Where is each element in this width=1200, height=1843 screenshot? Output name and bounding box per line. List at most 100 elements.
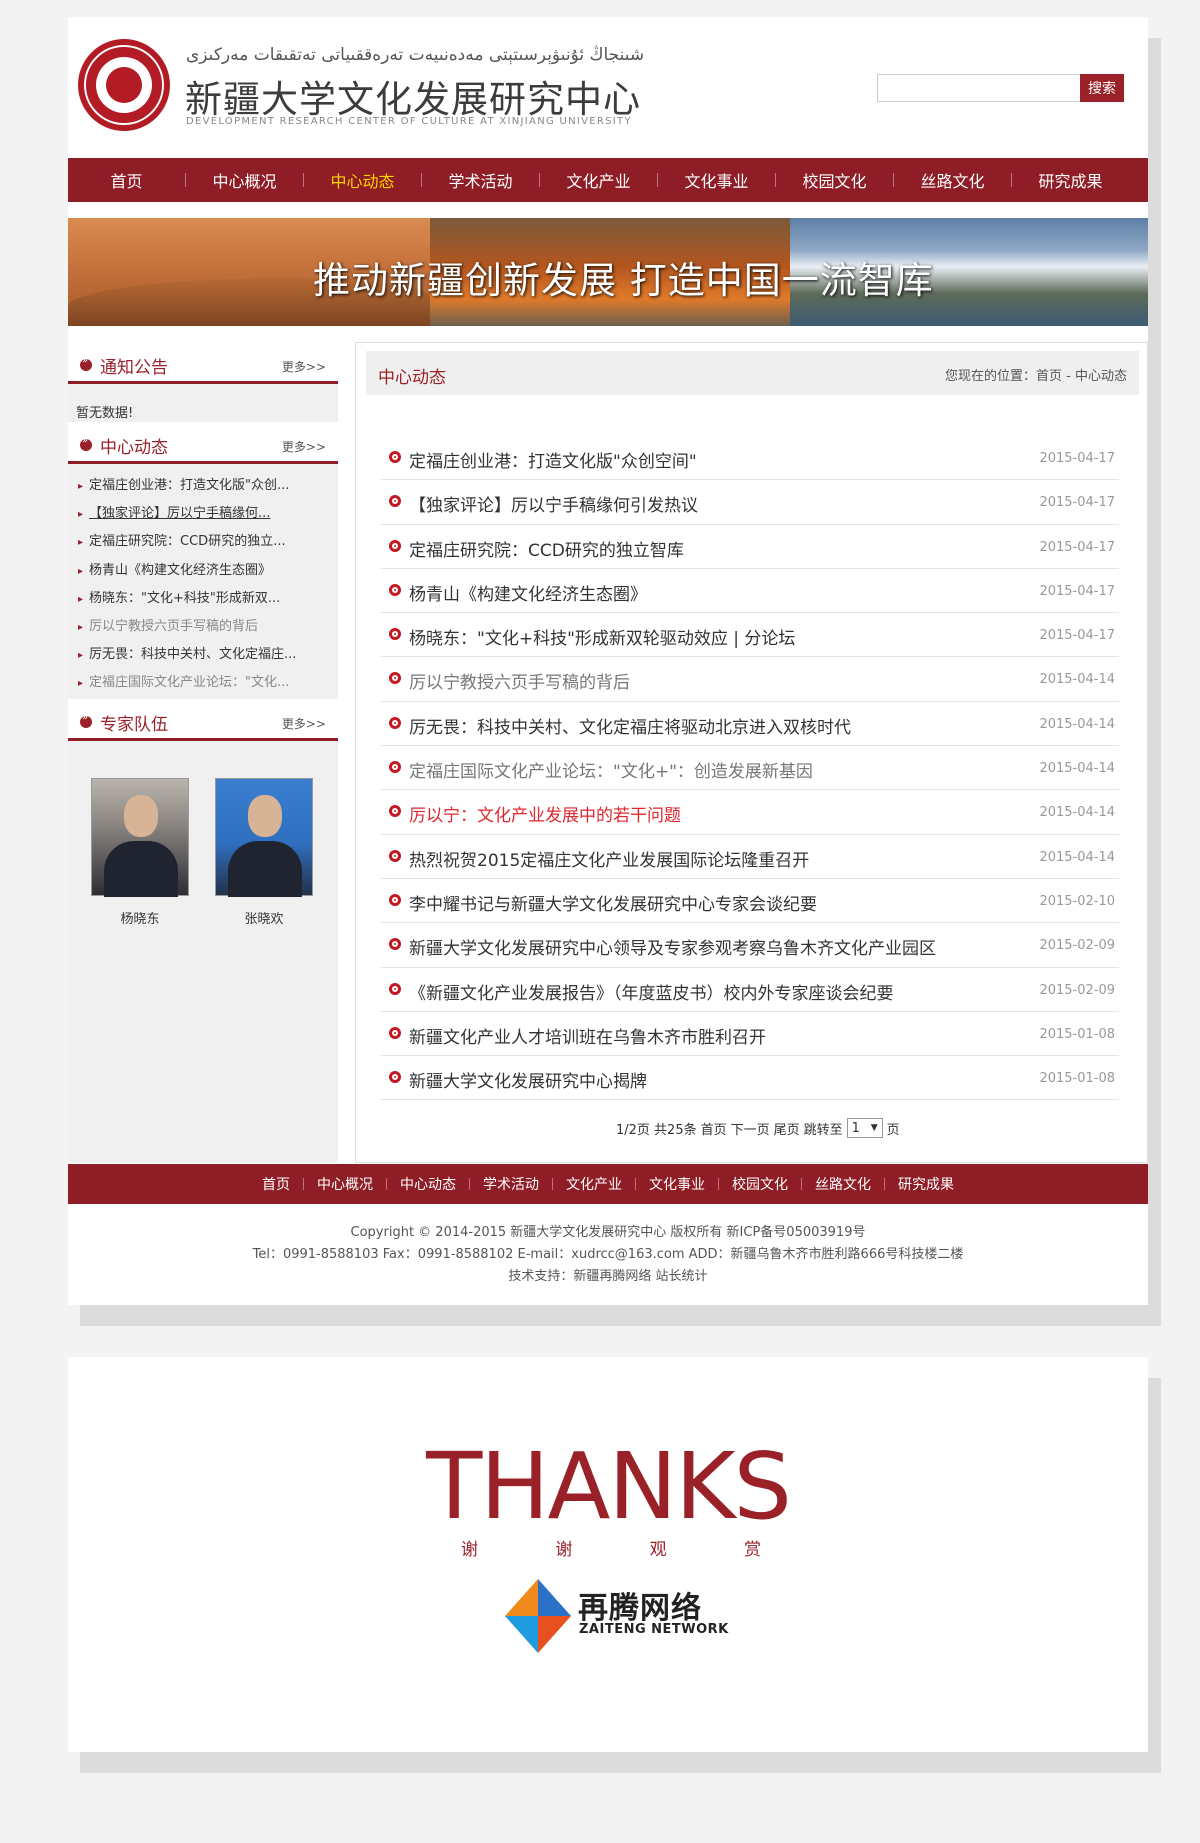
footer-nav-research[interactable]: 研究成果 (885, 1174, 967, 1194)
nav-item-news[interactable]: 中心动态 (304, 168, 421, 192)
news-title-link[interactable]: 杨青山《构建文化经济生态圈》 (409, 580, 647, 605)
news-date: 2015-04-17 (1039, 583, 1115, 599)
expert-name[interactable]: 张晓欢 (215, 908, 313, 927)
nav-item-silkroad[interactable]: 丝路文化 (894, 168, 1011, 192)
thanks-subtitle-char: 观 (649, 1540, 667, 1560)
news-row[interactable]: 定福庄国际文化产业论坛："文化+"：创造发展新基因 2015-04-14 (381, 746, 1119, 791)
news-date: 2015-02-09 (1039, 982, 1115, 998)
news-date: 2015-04-14 (1039, 716, 1115, 732)
triangle-right-icon: ▸ (78, 481, 84, 492)
news-row[interactable]: 定福庄创业港：打造文化版"众创空间" 2015-04-17 (381, 436, 1119, 481)
list-item[interactable]: ▸ 杨晓东："文化+科技"形成新双... (68, 585, 338, 613)
expert-card[interactable]: 张晓欢 (215, 778, 313, 927)
news-row[interactable]: 李中耀书记与新疆大学文化发展研究中心专家会谈纪要 2015-02-10 (381, 879, 1119, 924)
news-row[interactable]: 【独家评论】厉以宁手稿缘何引发热议 2015-04-17 (381, 480, 1119, 525)
thanks-card: THANKS 谢 谢 观 赏 再腾网络 ZAITENG NETWORK (68, 1357, 1148, 1752)
list-item[interactable]: ▸ 杨青山《构建文化经济生态圈》 (68, 557, 338, 585)
footer-support[interactable]: 技术支持：新疆再腾网络 站长统计 (68, 1265, 1148, 1284)
nav-item-home[interactable]: 首页 (68, 168, 185, 192)
news-row[interactable]: 定福庄研究院：CCD研究的独立智库 2015-04-17 (381, 525, 1119, 569)
thanks-subtitle-char: 谢 (461, 1540, 478, 1560)
nav-item-academic[interactable]: 学术活动 (422, 168, 539, 192)
list-item[interactable]: ▸ 定福庄国际文化产业论坛："文化... (68, 669, 338, 697)
expert-name[interactable]: 杨晓东 (91, 908, 189, 927)
triangle-right-icon: ▸ (78, 565, 84, 577)
news-list: 定福庄创业港：打造文化版"众创空间" 2015-04-17 【独家评论】厉以宁手稿缘… (381, 436, 1119, 1101)
experts-header: 专家队伍 更多>> (68, 699, 338, 741)
triangle-right-icon: ▸ (78, 650, 84, 662)
footer-nav-academic[interactable]: 学术活动 (470, 1174, 552, 1194)
footer-nav-news[interactable]: 中心动态 (387, 1174, 469, 1194)
nav-item-campus[interactable]: 校园文化 (776, 168, 893, 192)
news-title-link[interactable]: 新疆文化产业人才培训班在乌鲁木齐市胜利召开 (409, 1023, 766, 1048)
nav-item-about[interactable]: 中心概况 (186, 168, 303, 192)
news-row[interactable]: 新疆文化产业人才培训班在乌鲁木齐市胜利召开 2015-01-08 (381, 1012, 1119, 1057)
nav-item-industry[interactable]: 文化产业 (540, 168, 657, 192)
news-more-link[interactable]: 更多>> (282, 438, 326, 455)
next-page-link[interactable]: 下一页 (731, 1119, 770, 1138)
list-item[interactable]: ▸ 【独家评论】厉以宁手稿缘何... (68, 500, 338, 528)
experts-more-link[interactable]: 更多>> (282, 715, 326, 732)
search-input[interactable] (877, 74, 1081, 102)
site-title[interactable]: 新疆大学文化发展研究中心 (185, 69, 641, 123)
news-row[interactable]: 新疆大学文化发展研究中心揭牌 2015-01-08 (381, 1056, 1119, 1101)
news-title-link[interactable]: 杨晓东："文化+科技"形成新双轮驱动效应 | 分论坛 (409, 624, 795, 649)
news-row[interactable]: 厉以宁教授六页手写稿的背后 2015-04-14 (381, 657, 1119, 702)
news-row[interactable]: 厉以宁：文化产业发展中的若干问题 2015-04-14 (381, 790, 1119, 835)
list-item[interactable]: ▸ 定福庄创业港：打造文化版"众创... (68, 472, 338, 500)
news-title-link[interactable]: 厉以宁教授六页手写稿的背后 (409, 668, 630, 693)
page-title: 中心动态 (378, 368, 446, 388)
hero-banner: 推动新疆创新发展 打造中国一流智库 (68, 218, 1148, 326)
breadcrumb[interactable]: 您现在的位置：首页 - 中心动态 (945, 365, 1127, 384)
footer-copyright: Copyright © 2014-2015 新疆大学文化发展研究中心 版权所有 … (350, 1225, 866, 1240)
news-date: 2015-04-14 (1039, 805, 1115, 821)
bullet-icon (80, 712, 92, 728)
bullet-icon (389, 1071, 401, 1084)
list-item[interactable]: ▸ 厉无畏：科技中关村、文化定福庄... (68, 641, 338, 669)
news-title-link[interactable]: 厉无畏：科技中关村、文化定福庄将驱动北京进入双核时代 (409, 713, 851, 738)
footer-nav-home[interactable]: 首页 (249, 1174, 303, 1194)
search-button[interactable]: 搜索 (1080, 74, 1124, 102)
news-title-link[interactable]: 厉以宁：文化产业发展中的若干问题 (409, 801, 681, 826)
nav-item-undertaking[interactable]: 文化事业 (658, 168, 775, 192)
list-item[interactable]: ▸ 定福庄研究院：CCD研究的独立... (68, 528, 338, 556)
brand-name-en: ZAITENG NETWORK (579, 1622, 729, 1637)
bullet-icon (389, 672, 401, 685)
footer-nav-silkroad[interactable]: 丝路文化 (802, 1174, 884, 1194)
expert-photo[interactable] (215, 778, 313, 897)
nav-item-research[interactable]: 研究成果 (1012, 168, 1129, 192)
triangle-right-icon: ▸ (78, 678, 84, 690)
footer-nav-industry[interactable]: 文化产业 (553, 1174, 635, 1194)
first-page-link[interactable]: 首页 (701, 1119, 727, 1138)
notice-more-link[interactable]: 更多>> (282, 358, 326, 375)
xinjiang-university-seal-icon[interactable] (78, 39, 170, 131)
triangle-right-icon: ▸ (78, 593, 84, 605)
news-row[interactable]: 《新疆文化产业发展报告》（年度蓝皮书）校内外专家座谈会纪要 2015-02-09 (381, 968, 1119, 1012)
footer-nav-undertaking[interactable]: 文化事业 (636, 1174, 718, 1194)
expert-photo[interactable] (91, 778, 189, 897)
news-row[interactable]: 热烈祝贺2015定福庄文化产业发展国际论坛隆重召开 2015-04-14 (381, 835, 1119, 879)
expert-card[interactable]: 杨晓东 (91, 778, 189, 927)
news-title-link[interactable]: 定福庄国际文化产业论坛："文化+"：创造发展新基因 (409, 757, 813, 782)
thanks-subtitle: 谢 谢 观 赏 (461, 1535, 761, 1560)
news-row[interactable]: 杨青山《构建文化经济生态圈》 2015-04-17 (381, 569, 1119, 614)
news-title-link[interactable]: 李中耀书记与新疆大学文化发展研究中心专家会谈纪要 (409, 890, 817, 915)
news-title-link[interactable]: 新疆大学文化发展研究中心揭牌 (409, 1067, 647, 1092)
thanks-title: THANKS (426, 1433, 792, 1540)
news-title-link[interactable]: 新疆大学文化发展研究中心领导及专家参观考察乌鲁木齐文化产业园区 (409, 934, 936, 959)
content-header: 中心动态 您现在的位置：首页 - 中心动态 (366, 351, 1139, 395)
news-title-link[interactable]: 定福庄研究院：CCD研究的独立智库 (409, 536, 684, 561)
news-row[interactable]: 厉无畏：科技中关村、文化定福庄将驱动北京进入双核时代 2015-04-14 (381, 702, 1119, 747)
news-title-link[interactable]: 【独家评论】厉以宁手稿缘何引发热议 (409, 491, 698, 516)
footer-nav-about[interactable]: 中心概况 (304, 1174, 386, 1194)
footer-nav-campus[interactable]: 校园文化 (719, 1174, 801, 1194)
last-page-link[interactable]: 尾页 (774, 1119, 800, 1138)
news-title-link[interactable]: 热烈祝贺2015定福庄文化产业发展国际论坛隆重召开 (409, 846, 809, 871)
news-title-link[interactable]: 《新疆文化产业发展报告》（年度蓝皮书）校内外专家座谈会纪要 (409, 979, 894, 1004)
news-row[interactable]: 新疆大学文化发展研究中心领导及专家参观考察乌鲁木齐文化产业园区 2015-02-0… (381, 923, 1119, 968)
list-item[interactable]: ▸ 厉以宁教授六页手写稿的背后 (68, 613, 338, 641)
news-title-link[interactable]: 定福庄创业港：打造文化版"众创空间" (409, 447, 697, 472)
news-row[interactable]: 杨晓东："文化+科技"形成新双轮驱动效应 | 分论坛 2015-04-17 (381, 613, 1119, 658)
page-select[interactable]: 1 ▼ (846, 1118, 883, 1138)
bullet-icon (389, 628, 401, 641)
